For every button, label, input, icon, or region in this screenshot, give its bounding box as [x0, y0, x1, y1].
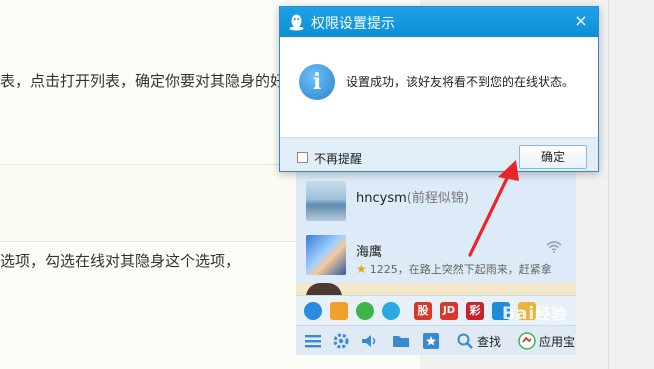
- avatar[interactable]: [306, 181, 346, 221]
- step-2-text: 选项，勾选在线对其隐身这个选项，: [0, 252, 241, 270]
- close-icon[interactable]: ×: [573, 12, 589, 30]
- jd-icon[interactable]: JD: [440, 302, 458, 320]
- dont-remind-checkbox[interactable]: [297, 152, 308, 163]
- dialog-title: 权限设置提示: [311, 16, 395, 32]
- favorites-icon[interactable]: [422, 332, 440, 350]
- folder-icon[interactable]: [392, 332, 410, 350]
- permission-dialog: 权限设置提示 × i 设置成功，该好友将看不到您的在线状态。 不再提醒 确定: [279, 6, 599, 172]
- dont-remind-label[interactable]: 不再提醒: [314, 150, 362, 167]
- gutter-divider: [608, 0, 609, 369]
- info-icon: i: [299, 64, 335, 100]
- qq-contact-panel: hncysm(前程似锦) 海鹰 ★ 1225，在路上突然下起雨来，赶紧拿 股 JD…: [296, 165, 576, 355]
- app-store-label[interactable]: 应用宝: [539, 333, 575, 350]
- contact-name: hncysm(前程似锦): [356, 191, 469, 206]
- avatar[interactable]: [306, 235, 346, 275]
- qq-penguin-icon: [289, 14, 304, 31]
- lottery-icon[interactable]: 彩: [466, 302, 484, 320]
- contact-row[interactable]: 海鹰 ★ 1225，在路上突然下起雨来，赶紧拿: [296, 227, 576, 281]
- wifi-icon: [546, 241, 562, 253]
- ok-button[interactable]: 确定: [519, 145, 587, 169]
- stock-icon[interactable]: 股: [414, 302, 432, 320]
- search-icon[interactable]: [456, 332, 474, 350]
- gear-icon[interactable]: [332, 332, 350, 350]
- qq-pet-icon[interactable]: [330, 302, 348, 320]
- search-label[interactable]: 查找: [477, 333, 501, 350]
- app-store-icon[interactable]: [518, 332, 536, 350]
- dialog-message: 设置成功，该好友将看不到您的在线状态。: [346, 75, 575, 89]
- speaker-icon[interactable]: [360, 332, 378, 350]
- menu-icon[interactable]: [304, 332, 322, 350]
- step-1-text: 表，点击打开列表，确定你要对其隐身的好友: [0, 72, 301, 90]
- dialog-title-bar: 权限设置提示 ×: [280, 7, 598, 37]
- music-icon[interactable]: [356, 302, 374, 320]
- qq-browser-icon[interactable]: [304, 302, 322, 320]
- dialog-footer: 不再提醒 确定: [280, 137, 598, 171]
- contact-status: ★ 1225，在路上突然下起雨来，赶紧拿: [356, 262, 552, 276]
- baidu-watermark: Bai经验: [502, 304, 568, 324]
- contact-row[interactable]: hncysm(前程似锦): [296, 173, 576, 227]
- video-play-icon[interactable]: [382, 302, 400, 320]
- star-icon: ★: [356, 262, 367, 276]
- bottom-toolbar: 查找 应用宝: [296, 325, 576, 355]
- contact-name: 海鹰: [356, 245, 383, 260]
